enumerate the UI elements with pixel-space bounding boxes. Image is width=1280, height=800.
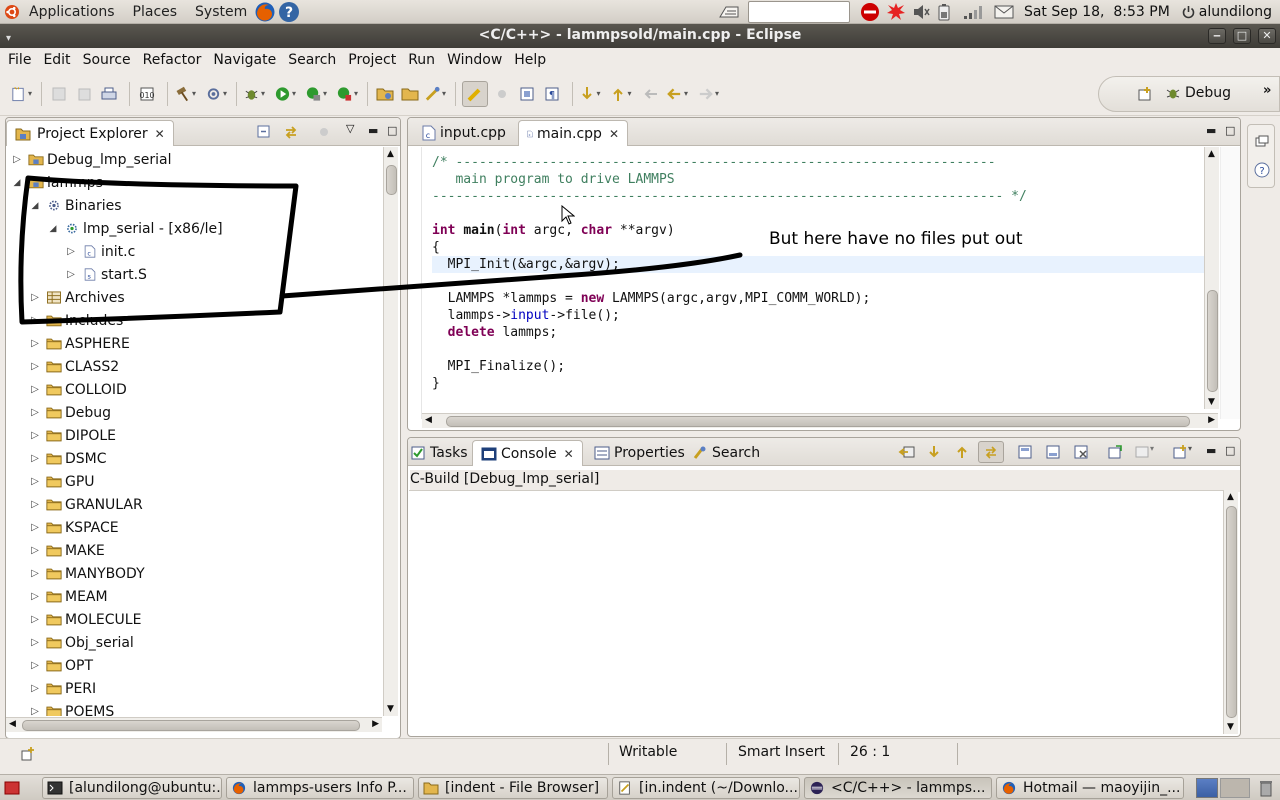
taskbar-item[interactable]: Hotmail — maoyijin_... — [996, 777, 1184, 799]
annotation-text: But here have no files put out — [769, 229, 1023, 249]
eclipse-icon — [810, 781, 824, 795]
taskbar-item[interactable]: [indent - File Browser] — [418, 777, 608, 799]
workspace-switcher-1[interactable] — [1196, 778, 1218, 798]
terminal-icon — [47, 781, 63, 795]
taskbar-item[interactable]: <C/C++> - lammps... — [804, 777, 992, 799]
folder-icon — [423, 782, 439, 795]
bottom-taskbar: [alundilong@ubuntu:... lammps-users Info … — [0, 774, 1280, 800]
taskbar-item-label: [indent - File Browser] — [445, 780, 600, 796]
annotation-drawing — [18, 175, 743, 325]
firefox-icon — [1002, 781, 1016, 795]
taskbar-item[interactable]: [in.indent (~/Downlo... — [612, 777, 800, 799]
show-desktop-icon[interactable] — [4, 781, 20, 795]
taskbar-item[interactable]: lammps-users Info P... — [226, 777, 414, 799]
taskbar-item-label: [alundilong@ubuntu:... — [69, 780, 222, 796]
workspace-switcher-2[interactable] — [1220, 778, 1250, 798]
text-editor-icon — [619, 781, 630, 795]
annotation-line — [279, 252, 743, 299]
taskbar-item-label: <C/C++> - lammps... — [831, 780, 986, 796]
firefox-icon — [232, 781, 246, 795]
annotation-box — [18, 175, 299, 325]
taskbar-item-label: Hotmail — maoyijin_... — [1023, 780, 1181, 796]
taskbar-item-label: [in.indent (~/Downlo... — [639, 780, 798, 796]
taskbar-item-label: lammps-users Info P... — [253, 780, 407, 796]
trash-icon[interactable] — [1258, 779, 1274, 797]
taskbar-item[interactable]: [alundilong@ubuntu:... — [42, 777, 222, 799]
